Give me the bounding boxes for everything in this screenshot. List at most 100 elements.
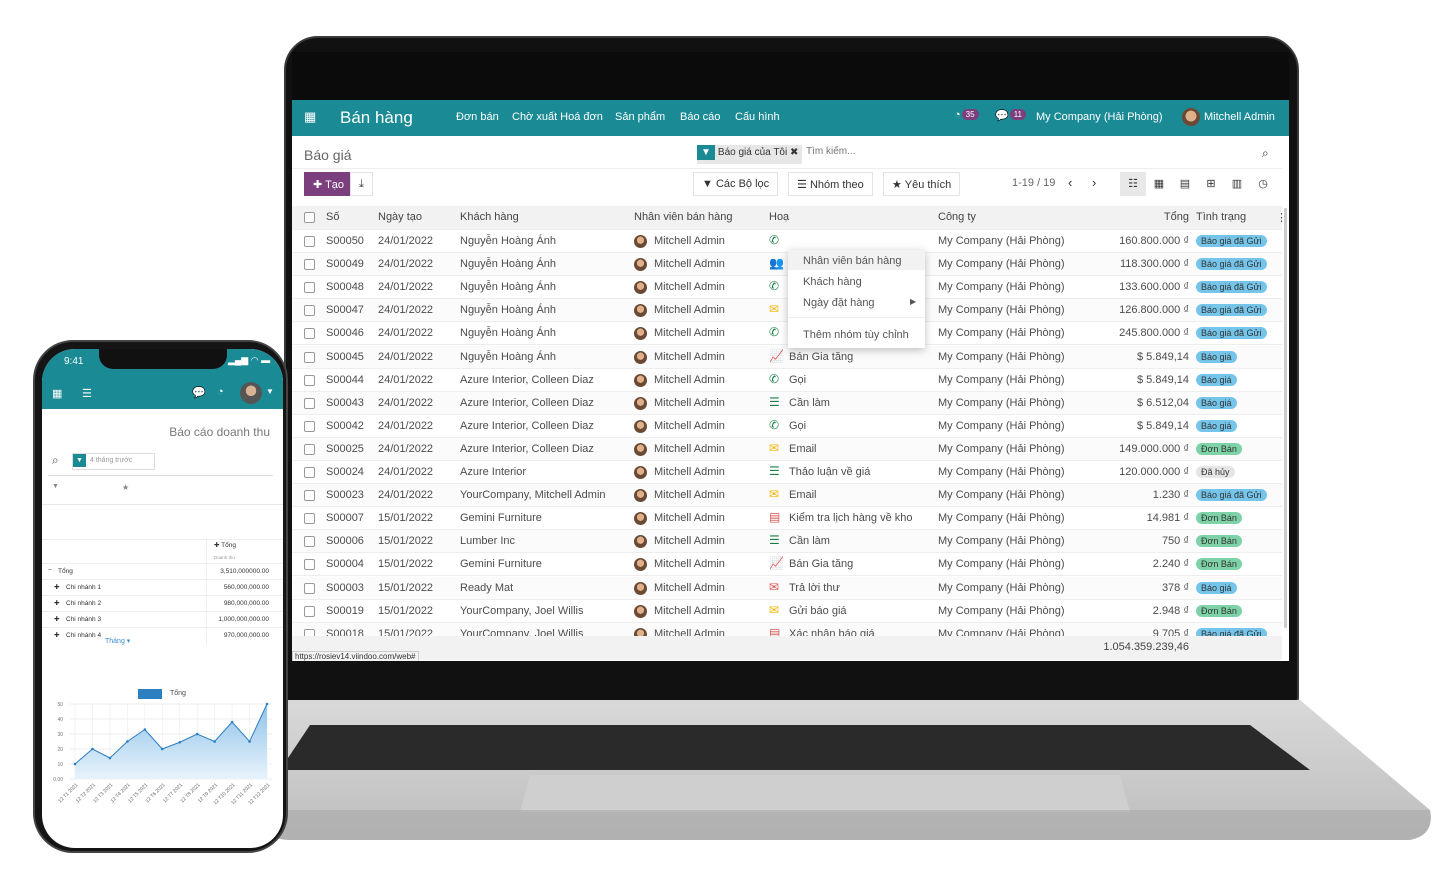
phone-activity-icon[interactable]: ✆ xyxy=(769,372,779,386)
col-status[interactable]: Tình trạng xyxy=(1196,211,1246,223)
groupby-salesperson[interactable]: Nhân viên bán hàng xyxy=(803,255,901,267)
messages-button[interactable]: 💬 11 xyxy=(995,109,1027,122)
todo-activity-icon[interactable]: ☰ xyxy=(769,533,780,547)
table-row[interactable]: S00046 24/01/2022 Nguyễn Hoàng Ánh Mitch… xyxy=(292,322,1282,346)
row-checkbox[interactable] xyxy=(304,443,315,455)
table-row[interactable]: S00047 24/01/2022 Nguyễn Hoàng Ánh Mitch… xyxy=(292,299,1282,323)
row-checkbox[interactable] xyxy=(304,397,315,409)
email-red-activity-icon[interactable]: ✉ xyxy=(769,580,779,594)
user-avatar[interactable] xyxy=(240,382,262,404)
download-button[interactable]: ⤓ xyxy=(350,172,373,196)
favorites-button[interactable]: ★ Yêu thích xyxy=(883,172,961,196)
table-row[interactable]: S00003 15/01/2022 Ready Mat Mitchell Adm… xyxy=(292,576,1282,600)
col-salesperson[interactable]: Nhân viên bán hàng xyxy=(634,211,732,223)
col-company[interactable]: Công ty xyxy=(938,211,976,223)
email-activity-icon[interactable]: ✉ xyxy=(769,487,779,501)
menu-icon[interactable]: ☰ xyxy=(82,387,92,400)
todo-activity-icon[interactable]: ☰ xyxy=(769,395,780,409)
row-groupby[interactable]: Tháng ▾ xyxy=(105,637,130,645)
expand-icon[interactable]: ✚ xyxy=(54,599,59,607)
list-view-icon[interactable]: ☷ xyxy=(1120,172,1146,196)
doc-red-activity-icon[interactable]: ▤ xyxy=(769,510,780,524)
table-row[interactable]: S00023 24/01/2022 YourCompany, Mitchell … xyxy=(292,484,1282,508)
todo-activity-icon[interactable]: ☰ xyxy=(769,464,780,478)
groupby-order-date[interactable]: Ngày đặt hàng xyxy=(803,297,875,309)
row-checkbox[interactable] xyxy=(304,420,315,432)
search-input[interactable] xyxy=(806,146,1246,157)
row-checkbox[interactable] xyxy=(304,582,315,594)
collapse-icon[interactable]: − xyxy=(48,567,52,574)
row-checkbox[interactable] xyxy=(304,236,315,247)
row-checkbox[interactable] xyxy=(304,605,315,617)
clock-icon[interactable]: ◔ xyxy=(217,386,224,398)
row-checkbox[interactable] xyxy=(304,490,315,502)
col-date[interactable]: Ngày tạo xyxy=(378,211,422,223)
activity-view-icon[interactable]: ◷ xyxy=(1250,172,1276,196)
row-checkbox[interactable] xyxy=(304,374,315,386)
menu-cho-xuat-hoa-don[interactable]: Chờ xuất Hoá đơn xyxy=(512,111,603,123)
row-checkbox[interactable] xyxy=(304,467,315,478)
table-row[interactable]: S00006 15/01/2022 Lumber Inc Mitchell Ad… xyxy=(292,530,1282,554)
user-avatar[interactable] xyxy=(1182,108,1200,126)
upsell-activity-icon[interactable]: 📈 xyxy=(769,349,784,363)
col-activity[interactable]: Hoạ xyxy=(769,211,789,223)
remove-facet-icon[interactable]: ✖ xyxy=(790,147,798,158)
menu-san-pham[interactable]: Sản phẩm xyxy=(615,111,665,123)
menu-don-ban[interactable]: Đơn bán xyxy=(456,111,499,123)
chat-icon[interactable]: 💬 xyxy=(192,386,206,399)
table-row[interactable]: S00049 24/01/2022 Nguyễn Hoàng Ánh Mitch… xyxy=(292,253,1282,277)
table-row[interactable]: S00044 24/01/2022 Azure Interior, Collee… xyxy=(292,369,1282,392)
menu-bao-cao[interactable]: Báo cáo xyxy=(680,111,720,123)
pivot-row[interactable]: ✚ Chi nhánh 2 980,000,000.00 xyxy=(42,595,283,611)
email-activity-icon[interactable]: ✉ xyxy=(769,302,779,316)
pivot-row[interactable]: − Tổng 3,510,000000.00 xyxy=(42,563,283,579)
pivot-row[interactable]: ✚ Chi nhánh 3 1,000,000,000.00 xyxy=(42,611,283,627)
row-checkbox[interactable] xyxy=(304,305,315,317)
phone-activity-icon[interactable]: ✆ xyxy=(769,233,779,247)
app-title[interactable]: Bán hàng xyxy=(340,108,413,128)
favorites-icon[interactable]: ★ xyxy=(122,483,129,492)
table-row[interactable]: S00004 15/01/2022 Gemini Furniture Mitch… xyxy=(292,553,1282,577)
scrollbar[interactable] xyxy=(1284,208,1287,628)
phone-activity-icon[interactable]: ✆ xyxy=(769,279,779,293)
next-page-icon[interactable]: › xyxy=(1092,175,1096,190)
pivot-view-icon[interactable]: ⊞ xyxy=(1198,172,1224,196)
email-activity-icon[interactable]: ✉ xyxy=(769,603,779,617)
table-row[interactable]: S00007 15/01/2022 Gemini Furniture Mitch… xyxy=(292,507,1282,531)
row-checkbox[interactable] xyxy=(304,282,315,294)
add-custom-group[interactable]: Thêm nhóm tùy chỉnh xyxy=(803,329,909,341)
filters-button[interactable]: ▼ Các Bộ lọc xyxy=(693,172,779,196)
row-checkbox[interactable] xyxy=(304,259,315,271)
pager[interactable]: 1-19 / 19 xyxy=(1012,177,1055,189)
pivot-row[interactable]: ✚ Chi nhánh 4 970,000,000.00 xyxy=(42,627,283,643)
group-activity-icon[interactable]: 👥 xyxy=(769,256,784,270)
row-checkbox[interactable] xyxy=(304,513,315,525)
calendar-view-icon[interactable]: ▤ xyxy=(1172,172,1198,196)
apps-icon[interactable]: ▦ xyxy=(52,387,62,400)
groupby-button[interactable]: ☰ Nhóm theo xyxy=(788,172,873,196)
phone-activity-icon[interactable]: ✆ xyxy=(769,325,779,339)
table-row[interactable]: S00042 24/01/2022 Azure Interior, Collee… xyxy=(292,415,1282,438)
row-checkbox[interactable] xyxy=(304,559,315,571)
menu-cau-hinh[interactable]: Cấu hình xyxy=(735,111,780,123)
create-button[interactable]: ✚ Tạo xyxy=(304,172,354,196)
prev-page-icon[interactable]: ‹ xyxy=(1068,175,1072,190)
expand-icon[interactable]: ✚ xyxy=(54,583,59,591)
search-icon[interactable]: ⌕ xyxy=(1262,146,1269,161)
table-row[interactable]: S00048 24/01/2022 Nguyễn Hoàng Ánh Mitch… xyxy=(292,276,1282,300)
apps-menu-icon[interactable]: ▦ xyxy=(304,109,316,125)
row-checkbox[interactable] xyxy=(304,328,315,340)
table-row[interactable]: S00050 24/01/2022 Nguyễn Hoàng Ánh Mitch… xyxy=(292,230,1282,253)
col-number[interactable]: Số xyxy=(326,211,339,223)
select-all-checkbox[interactable] xyxy=(304,212,315,223)
pivot-col-header[interactable]: ✚ Tổng xyxy=(214,541,236,549)
activity-button[interactable]: ◔ 35 xyxy=(954,109,979,121)
phone-activity-icon[interactable]: ✆ xyxy=(769,418,779,432)
search-icon[interactable]: ⌕ xyxy=(52,453,59,468)
expand-icon[interactable]: ✚ xyxy=(54,615,59,623)
kanban-view-icon[interactable]: ▦ xyxy=(1146,172,1172,196)
upsell-red-activity-icon[interactable]: 📈 xyxy=(769,556,784,570)
caret-down-icon[interactable]: ▼ xyxy=(266,387,274,396)
expand-icon[interactable]: ✚ xyxy=(54,631,59,639)
col-total[interactable]: Tổng xyxy=(1164,211,1189,223)
